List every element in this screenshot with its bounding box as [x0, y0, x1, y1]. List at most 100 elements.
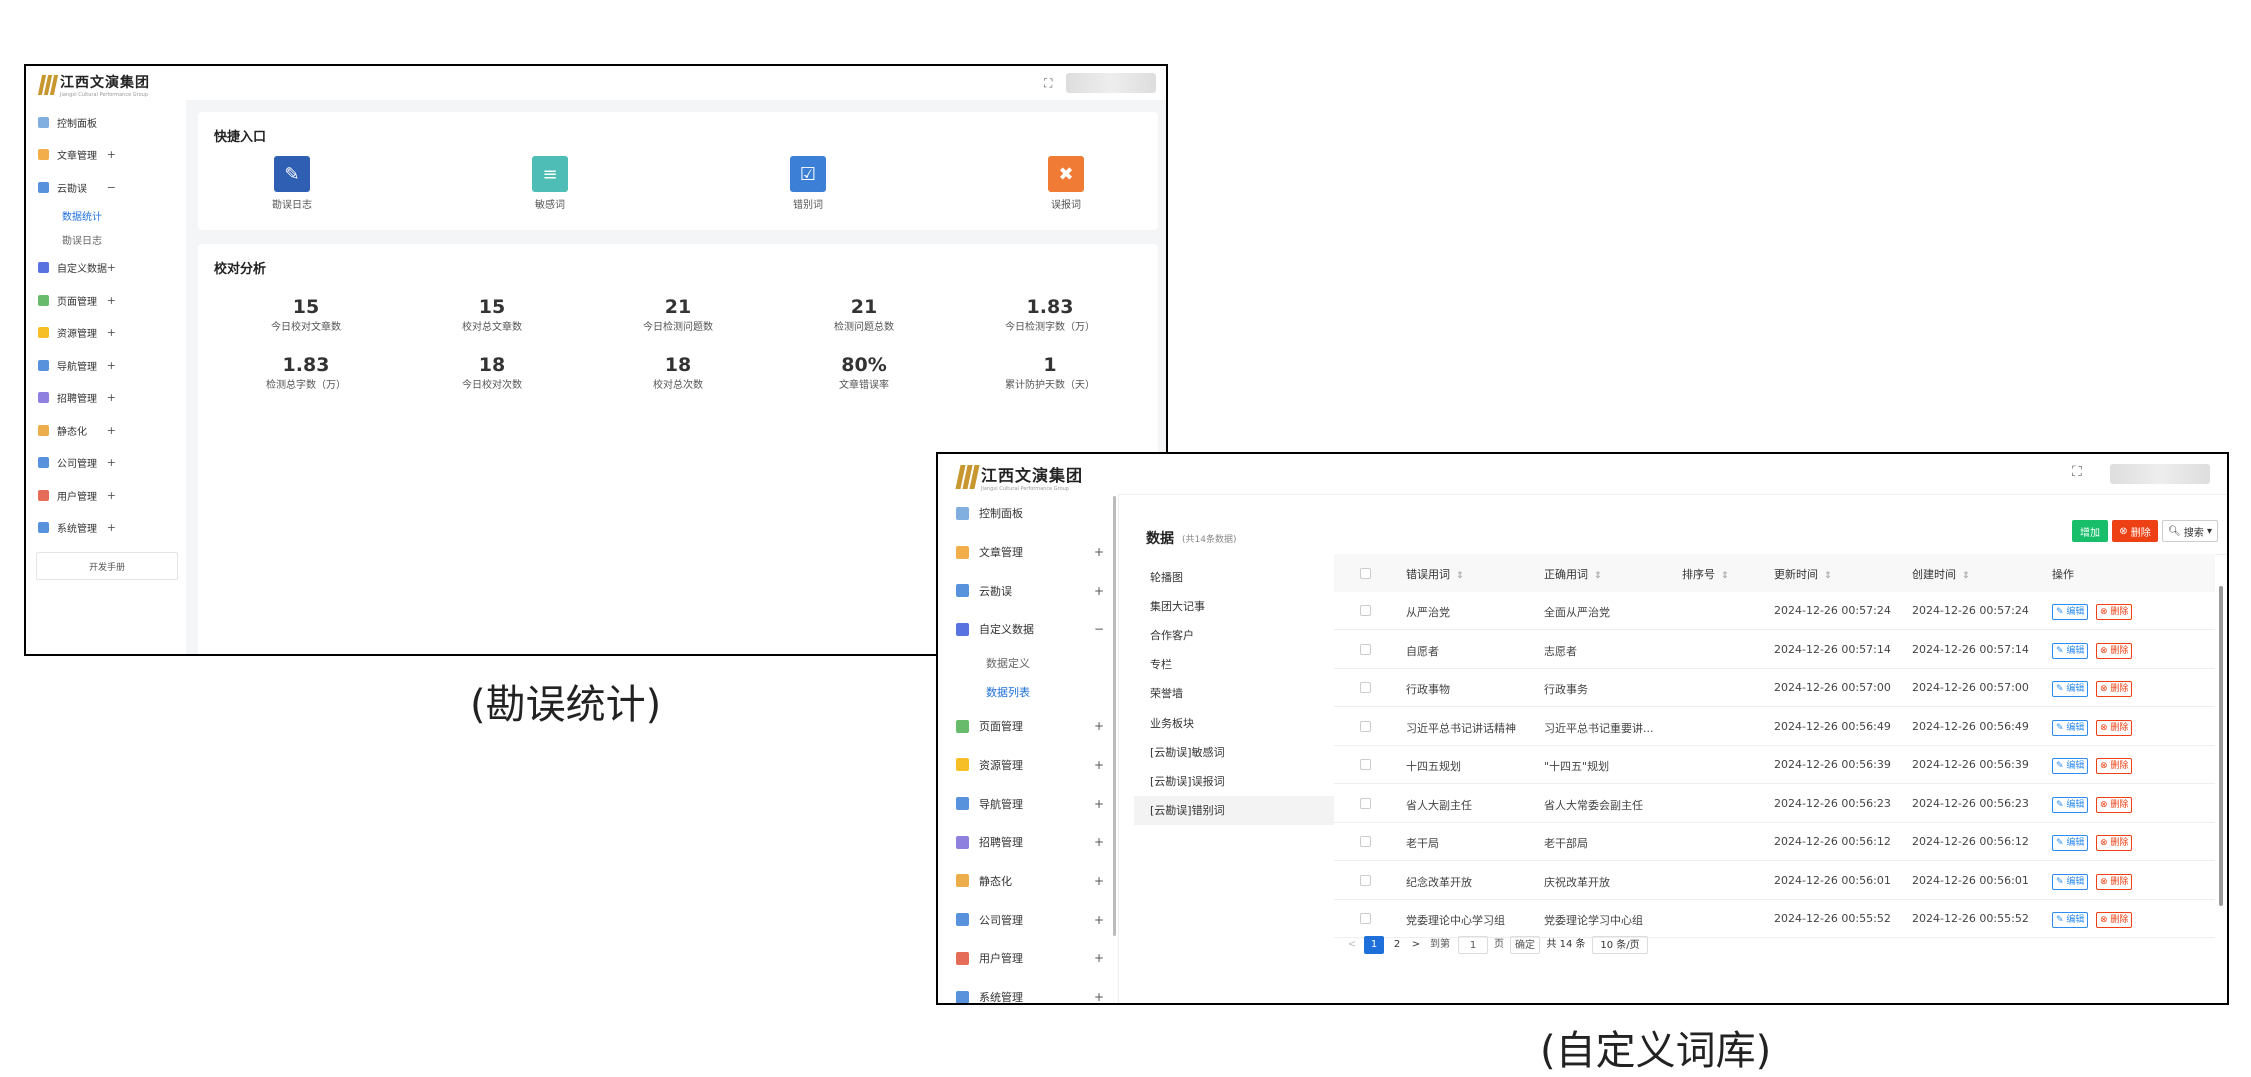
row-delete-button[interactable]: ⊗ 删除	[2096, 719, 2133, 736]
edit-button[interactable]: ✎ 编辑	[2052, 912, 2089, 928]
user-avatar-blurred[interactable]	[2110, 464, 2210, 484]
edit-button[interactable]: ✎ 编辑	[2052, 796, 2089, 813]
collapse-icon[interactable]: −	[107, 181, 116, 194]
row-delete-button[interactable]: ⊗ 删除	[2096, 873, 2133, 890]
expand-icon[interactable]: +	[1094, 758, 1104, 772]
sidebar-item[interactable]: 数据统计	[26, 204, 186, 228]
expand-icon[interactable]: +	[1094, 584, 1104, 598]
expand-icon[interactable]: +	[1094, 797, 1104, 811]
column-header[interactable]: 排序号 ⇕	[1682, 566, 1729, 582]
next-page-icon[interactable]: >	[1410, 936, 1422, 954]
goto-page-input[interactable]: 1	[1458, 936, 1488, 954]
expand-icon[interactable]: +	[107, 391, 116, 404]
expand-icon[interactable]: +	[107, 489, 116, 502]
column-header[interactable]: 正确用词 ⇕	[1544, 566, 1602, 582]
row-checkbox[interactable]	[1360, 720, 1371, 732]
sidebar-item[interactable]: 用户管理 +	[26, 479, 186, 512]
page-size-select[interactable]: 10 条/页	[1592, 936, 1648, 954]
expand-icon[interactable]: +	[107, 359, 116, 372]
edit-button[interactable]: ✎ 编辑	[2052, 835, 2089, 851]
sidebar-item[interactable]: 导航管理 +	[26, 349, 186, 382]
sidebar-item[interactable]: 导航管理 +	[938, 784, 1118, 823]
edit-button[interactable]: ✎ 编辑	[2052, 681, 2089, 697]
edit-button[interactable]: ✎ 编辑	[2052, 604, 2089, 620]
row-delete-button[interactable]: ⊗ 删除	[2096, 604, 2133, 620]
sidebar-item[interactable]: 静态化 +	[938, 862, 1118, 901]
delete-button[interactable]: ⊗ 删除	[2112, 520, 2158, 542]
row-delete-button[interactable]: ⊗ 删除	[2096, 796, 2133, 813]
expand-icon[interactable]: +	[107, 521, 116, 534]
confirm-button[interactable]: 确定	[1510, 936, 1540, 954]
column-header[interactable]: 错误用词 ⇕	[1406, 566, 1464, 582]
sidebar-item[interactable]: 静态化 +	[26, 414, 186, 447]
sidebar-item[interactable]: 招聘管理 +	[26, 382, 186, 415]
column-header[interactable]: 更新时间 ⇕	[1774, 566, 1832, 582]
category-item[interactable]: 集团大记事	[1134, 591, 1334, 620]
sidebar-item[interactable]: 公司管理 +	[26, 447, 186, 480]
expand-icon[interactable]: +	[107, 148, 116, 161]
quick-entry[interactable]: ≡ 敏感词	[510, 156, 590, 211]
expand-icon[interactable]: +	[107, 424, 116, 437]
sidebar-item[interactable]: 公司管理 +	[938, 900, 1118, 939]
category-item[interactable]: [云勘误]误报词	[1134, 766, 1334, 795]
expand-icon[interactable]: +	[107, 456, 116, 469]
sidebar-item[interactable]: 数据定义	[938, 649, 1118, 678]
expand-icon[interactable]: +	[1094, 719, 1104, 733]
quick-entry[interactable]: ✖ 误报词	[1026, 156, 1106, 211]
sidebar-item[interactable]: 资源管理 +	[938, 746, 1118, 785]
fullscreen-icon[interactable]: ⛶	[2072, 464, 2082, 480]
quick-entry[interactable]: ☑ 错别词	[768, 156, 848, 211]
expand-icon[interactable]: +	[1094, 874, 1104, 888]
row-delete-button[interactable]: ⊗ 删除	[2096, 912, 2133, 928]
row-checkbox[interactable]	[1360, 682, 1371, 693]
sidebar-item[interactable]: 页面管理 +	[938, 707, 1118, 746]
search-button[interactable]: 🔍︎ 搜索 ▾	[2162, 520, 2218, 542]
edit-button[interactable]: ✎ 编辑	[2052, 758, 2089, 774]
category-item[interactable]: 合作客户	[1134, 620, 1334, 649]
sidebar-item[interactable]: 资源管理 +	[26, 317, 186, 350]
row-checkbox[interactable]	[1360, 605, 1371, 616]
sidebar-item[interactable]: 控制面板	[938, 494, 1118, 533]
sort-icon[interactable]: ⇕	[1824, 571, 1832, 581]
edit-button[interactable]: ✎ 编辑	[2052, 642, 2089, 659]
category-item[interactable]: [云勘误]错别词	[1134, 795, 1334, 825]
row-checkbox[interactable]	[1360, 643, 1371, 655]
row-checkbox[interactable]	[1360, 797, 1371, 809]
expand-icon[interactable]: +	[1094, 545, 1104, 559]
select-all-checkbox[interactable]	[1360, 568, 1371, 579]
add-button[interactable]: 增加	[2072, 520, 2108, 542]
sidebar-item[interactable]: 文章管理 +	[938, 533, 1118, 572]
expand-icon[interactable]: +	[107, 294, 116, 307]
dev-manual-button[interactable]: 开发手册	[36, 552, 178, 580]
expand-icon[interactable]: +	[1094, 913, 1104, 927]
sidebar-item[interactable]: 用户管理 +	[938, 939, 1118, 978]
category-item[interactable]: 荣誉墙	[1134, 679, 1334, 708]
expand-icon[interactable]: +	[1094, 835, 1104, 849]
sidebar-item[interactable]: 数据列表	[938, 678, 1118, 707]
sidebar-item[interactable]: 页面管理 +	[26, 284, 186, 317]
row-delete-button[interactable]: ⊗ 删除	[2096, 681, 2133, 697]
table-scrollbar[interactable]	[2219, 586, 2223, 906]
expand-icon[interactable]: +	[107, 326, 116, 339]
collapse-icon[interactable]: −	[1094, 622, 1104, 636]
prev-page-icon[interactable]: <	[1346, 936, 1358, 954]
category-item[interactable]: [云勘误]敏感词	[1134, 737, 1334, 766]
sidebar-item[interactable]: 文章管理 +	[26, 139, 186, 172]
sidebar-item[interactable]: 自定义数据 −	[938, 610, 1118, 649]
row-checkbox[interactable]	[1360, 874, 1371, 886]
sidebar-item[interactable]: 云勘误 +	[938, 571, 1118, 610]
fullscreen-icon[interactable]: ⛶	[1044, 76, 1052, 91]
row-delete-button[interactable]: ⊗ 删除	[2096, 758, 2133, 774]
row-checkbox[interactable]	[1360, 913, 1371, 924]
row-delete-button[interactable]: ⊗ 删除	[2096, 835, 2133, 851]
edit-button[interactable]: ✎ 编辑	[2052, 719, 2089, 736]
sidebar-item[interactable]: 控制面板	[26, 106, 186, 139]
sort-icon[interactable]: ⇕	[1962, 571, 1970, 581]
page-1[interactable]: 1	[1364, 936, 1384, 954]
sidebar-item[interactable]: 招聘管理 +	[938, 823, 1118, 862]
sidebar-item[interactable]: 云勘误 −	[26, 171, 186, 204]
row-checkbox[interactable]	[1360, 836, 1371, 847]
category-item[interactable]: 业务板块	[1134, 708, 1334, 737]
column-header[interactable]: 创建时间 ⇕	[1912, 566, 1970, 582]
sidebar-item[interactable]: 自定义数据 +	[26, 252, 186, 285]
